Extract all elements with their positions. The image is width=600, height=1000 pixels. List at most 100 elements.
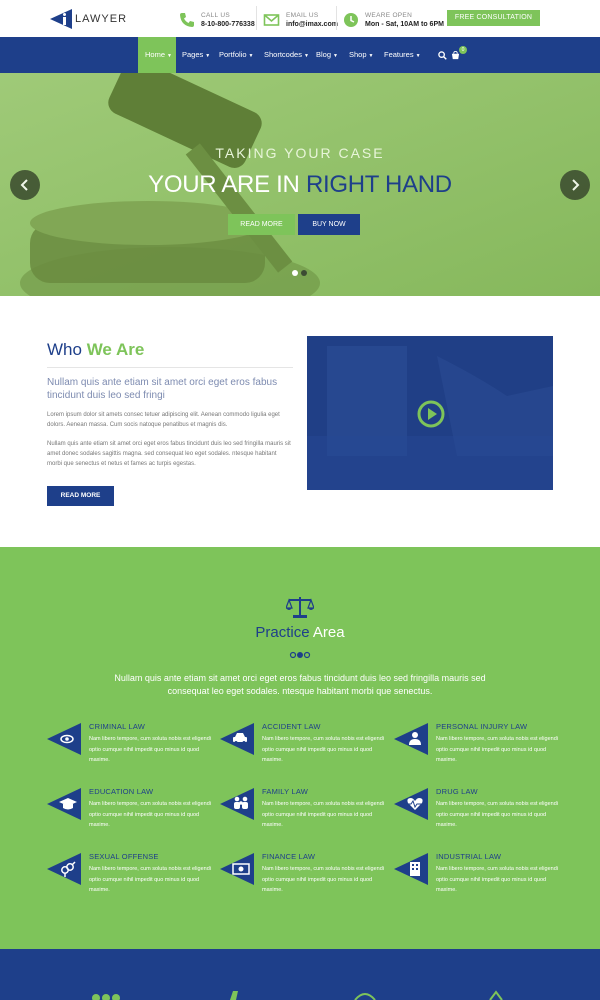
- service-title: SEXUAL OFFENSE: [89, 852, 159, 861]
- nav-item-blog[interactable]: Blog ▼: [316, 37, 338, 73]
- nav-label: Shortcodes: [264, 50, 302, 59]
- title-highlight: Area: [312, 624, 345, 641]
- nav-label: Pages: [182, 50, 204, 59]
- free-consultation-button[interactable]: FREE CONSULTATION: [447, 10, 540, 26]
- envelope-icon: [263, 14, 280, 26]
- service-description: Nam libero tempore, cum soluta nobis est…: [436, 866, 558, 893]
- service-card-sexual-offense[interactable]: SEXUAL OFFENSE Nam libero tempore, cum s…: [47, 852, 222, 913]
- hero-tagline: TAKING YOUR CASE: [215, 145, 385, 161]
- hero-headline-highlight: RIGHT HAND: [305, 171, 452, 198]
- service-card-education-law[interactable]: EDUCATION LAW Nam libero tempore, cum so…: [47, 787, 222, 848]
- search-icon[interactable]: [438, 51, 447, 60]
- divider: [336, 6, 337, 30]
- phone-icon: [180, 13, 194, 27]
- chevron-left-icon: [20, 179, 28, 191]
- hero-headline-part1: YOUR ARE IN: [148, 171, 306, 198]
- service-title: FAMILY LAW: [262, 787, 309, 796]
- logo-text: LAWYER: [75, 13, 128, 25]
- nav-item-features[interactable]: Features ▼: [384, 37, 421, 73]
- chevron-right-icon: [572, 179, 580, 191]
- hero-buy-now-button[interactable]: BUY NOW: [298, 214, 360, 235]
- slider-prev-button[interactable]: [10, 170, 40, 200]
- chevron-down-icon: ▼: [368, 53, 374, 59]
- nav-label: Blog: [316, 50, 332, 59]
- eye-icon: [47, 723, 81, 755]
- cart-count-badge: 0: [459, 46, 467, 54]
- nav-item-shortcodes[interactable]: Shortcodes ▼: [264, 37, 309, 73]
- title-part: Who: [47, 340, 87, 359]
- site-logo[interactable]: LAWYER: [50, 9, 127, 29]
- service-description: Nam libero tempore, cum soluta nobis est…: [89, 736, 211, 763]
- play-icon[interactable]: [417, 400, 445, 428]
- nav-item-pages[interactable]: Pages ▼: [182, 37, 210, 73]
- practice-lead-text: Nullam quis ante etiam sit amet orci ege…: [114, 673, 486, 696]
- logo-mark-icon: [50, 9, 72, 29]
- thumbs-up-icon: [230, 991, 238, 1000]
- service-description: Nam libero tempore, cum soluta nobis est…: [262, 866, 384, 893]
- chevron-down-icon: ▼: [333, 53, 338, 59]
- trophy-icon: [489, 990, 503, 1000]
- service-card-drug-law[interactable]: DRUG LAW Nam libero tempore, cum soluta …: [394, 787, 569, 848]
- car-icon: [220, 723, 254, 755]
- scales-of-justice-icon: [286, 597, 314, 618]
- chevron-down-icon: ▼: [248, 53, 254, 59]
- hero-headline: YOUR ARE IN RIGHT HAND: [0, 171, 600, 199]
- divider: [47, 367, 293, 368]
- family-icon: [220, 788, 254, 820]
- nav-label: Home: [145, 50, 166, 59]
- nav-label: Portfolio: [219, 50, 247, 59]
- email-value[interactable]: info@imax.com: [286, 20, 338, 29]
- service-description: Nam libero tempore, cum soluta nobis est…: [436, 736, 558, 763]
- who-read-more-button[interactable]: READ MORE: [47, 486, 114, 506]
- open-hours-info: WEARE OPEN Mon - Sat, 10AM to 6PM: [343, 9, 444, 31]
- call-value[interactable]: 8-10-800-776338: [201, 20, 255, 29]
- service-title: FINANCE LAW: [262, 852, 316, 861]
- who-lead-text: Nullam quis ante etiam sit amet orci ege…: [47, 377, 278, 401]
- chevron-down-icon: ▼: [205, 53, 211, 59]
- top-header: LAWYER CALL US 8-10-800-776338 EMAIL US …: [0, 0, 600, 37]
- nav-item-portfolio[interactable]: Portfolio ▼: [219, 37, 253, 73]
- clock-icon: [344, 13, 358, 27]
- service-card-criminal-law[interactable]: CRIMINAL LAW Nam libero tempore, cum sol…: [47, 722, 222, 783]
- hero-slider: TAKING YOUR CASE YOUR ARE IN RIGHT HAND …: [0, 73, 600, 296]
- service-card-personal-injury-law[interactable]: PERSONAL INJURY LAW Nam libero tempore, …: [394, 722, 569, 783]
- call-label: CALL US: [201, 11, 230, 19]
- slider-next-button[interactable]: [560, 170, 590, 200]
- service-card-finance-law[interactable]: FINANCE LAW Nam libero tempore, cum solu…: [220, 852, 395, 913]
- nav-label: Features: [384, 50, 414, 59]
- stats-section: [0, 949, 600, 1000]
- chevron-down-icon: ▼: [415, 53, 421, 59]
- divider: [256, 6, 257, 30]
- service-title: CRIMINAL LAW: [89, 722, 146, 731]
- practice-area-title: Practice Area: [0, 624, 600, 641]
- video-thumbnail[interactable]: [307, 336, 553, 490]
- clock-icon: [354, 993, 376, 1000]
- slider-dot-active[interactable]: [292, 270, 298, 276]
- service-description: Nam libero tempore, cum soluta nobis est…: [436, 801, 558, 828]
- title-highlight: We Are: [86, 340, 145, 359]
- service-description: Nam libero tempore, cum soluta nobis est…: [262, 736, 384, 763]
- gender-icon: [47, 853, 81, 885]
- who-paragraph-1: Lorem ipsum dolor sit amets consec tetue…: [47, 412, 280, 428]
- service-card-family-law[interactable]: FAMILY LAW Nam libero tempore, cum solut…: [220, 787, 395, 848]
- hero-read-more-button[interactable]: READ MORE: [228, 214, 295, 235]
- service-title: ACCIDENT LAW: [262, 722, 321, 731]
- service-card-industrial-law[interactable]: INDUSTRIAL LAW Nam libero tempore, cum s…: [394, 852, 569, 913]
- service-description: Nam libero tempore, cum soluta nobis est…: [89, 866, 211, 893]
- service-title: DRUG LAW: [436, 787, 478, 796]
- building-icon: [394, 853, 428, 885]
- cart-icon[interactable]: [451, 51, 460, 60]
- service-title: PERSONAL INJURY LAW: [436, 722, 528, 731]
- open-label: WEARE OPEN: [365, 11, 413, 19]
- email-label: EMAIL US: [286, 11, 319, 19]
- service-description: Nam libero tempore, cum soluta nobis est…: [89, 801, 211, 828]
- chevron-down-icon: ▼: [167, 53, 172, 59]
- service-title: INDUSTRIAL LAW: [436, 852, 502, 861]
- heartbeat-icon: [394, 788, 428, 820]
- nav-item-home[interactable]: Home ▼: [138, 37, 176, 73]
- who-we-are-title: Who We Are: [47, 340, 144, 360]
- service-card-accident-law[interactable]: ACCIDENT LAW Nam libero tempore, cum sol…: [220, 722, 395, 783]
- nav-item-shop[interactable]: Shop ▼: [349, 37, 373, 73]
- slider-dot[interactable]: [301, 270, 307, 276]
- open-value: Mon - Sat, 10AM to 6PM: [365, 20, 444, 28]
